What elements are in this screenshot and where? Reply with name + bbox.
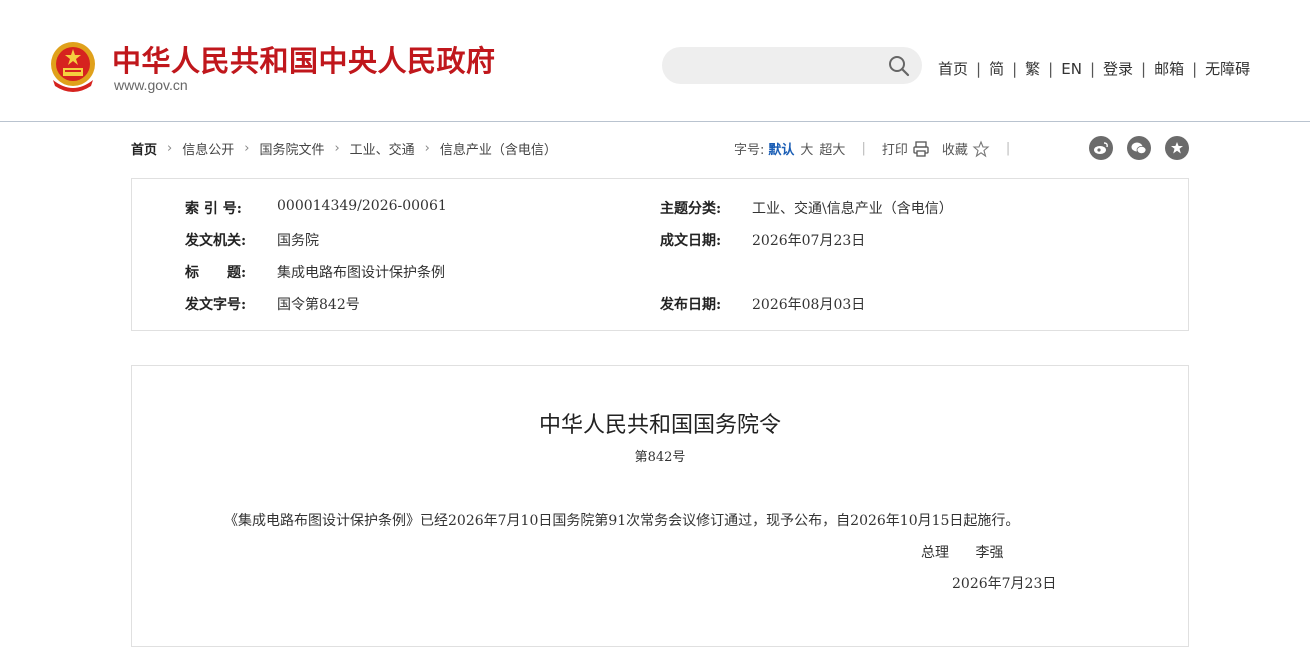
meta-value: 000014349/2026-00061 (277, 198, 447, 214)
separator: | (1089, 59, 1095, 78)
meta-title: 标 题: 集成电路布图设计保护条例 (185, 262, 445, 282)
meta-value: 工业、交通\信息产业（含电信） (752, 201, 953, 217)
weibo-icon[interactable] (1089, 136, 1113, 160)
top-link-mail[interactable]: 邮箱 (1154, 58, 1184, 79)
star-outline-icon (972, 140, 990, 157)
wechat-icon[interactable] (1127, 136, 1151, 160)
document-date: 2026年7月23日 (952, 576, 1057, 592)
breadcrumb-info-industry[interactable]: 信息产业（含电信） (440, 139, 557, 158)
meta-index-no: 索 引 号: 000014349/2026-00061 (185, 198, 447, 218)
signer-name: 李强 (975, 545, 1004, 561)
chevron-right-icon: › (167, 141, 173, 156)
top-link-simplified[interactable]: 简 (989, 58, 1004, 79)
font-size-default[interactable]: 默认 (768, 139, 794, 158)
chevron-right-icon: › (424, 141, 430, 156)
top-link-accessibility[interactable]: 无障碍 (1205, 58, 1250, 79)
share-buttons (1089, 136, 1189, 160)
breadcrumb-bar: 首页 › 信息公开 › 国务院文件 › 工业、交通 › 信息产业（含电信） 字号… (131, 136, 1189, 160)
separator: | (1005, 141, 1011, 156)
national-emblem-icon[interactable] (47, 40, 99, 94)
meta-label: 成文日期: (660, 233, 722, 249)
meta-label: 发布日期: (660, 297, 722, 313)
signer-title: 总理 (921, 545, 949, 561)
separator: | (1048, 59, 1054, 78)
top-link-traditional[interactable]: 繁 (1025, 58, 1040, 79)
search-icon[interactable] (888, 55, 910, 77)
top-link-login[interactable]: 登录 (1103, 58, 1133, 79)
favorite-button[interactable]: 收藏 (942, 139, 990, 158)
font-size-label: 字号: (734, 143, 765, 158)
document-heading: 中华人民共和国国务院令 (538, 413, 781, 438)
document-number: 第842号 (634, 450, 686, 465)
meta-category: 主题分类: 工业、交通\信息产业（含电信） (660, 198, 953, 218)
page-tools: 字号: 默认 大 超大 | 打印 收藏 | (734, 139, 1026, 158)
separator: | (1141, 59, 1147, 78)
top-nav: 首页 | 简 | 繁 | EN | 登录 | 邮箱 | 无障碍 (938, 58, 1250, 79)
separator: | (1192, 59, 1198, 78)
separator: | (1012, 59, 1018, 78)
meta-written-date: 成文日期: 2026年07月23日 (660, 230, 865, 250)
chevron-right-icon: › (334, 141, 340, 156)
separator: | (861, 141, 866, 156)
breadcrumb-state-council-docs[interactable]: 国务院文件 (259, 139, 324, 158)
meta-label: 发文字号: (185, 297, 247, 313)
meta-issuer: 发文机关: 国务院 (185, 230, 319, 250)
meta-value: 2026年07月23日 (752, 233, 866, 249)
star-circle-icon[interactable] (1165, 136, 1189, 160)
breadcrumb: 首页 › 信息公开 › 国务院文件 › 工业、交通 › 信息产业（含电信） (131, 139, 557, 158)
search-box[interactable] (662, 47, 922, 84)
meta-label: 索 引 号: (185, 201, 242, 217)
document-signature: 总理 李强 (921, 542, 1003, 562)
separator: | (976, 59, 982, 78)
meta-value: 集成电路布图设计保护条例 (277, 265, 445, 281)
meta-publish-date: 发布日期: 2026年08月03日 (660, 294, 865, 314)
meta-label: 主题分类: (660, 201, 722, 217)
meta-label: 标 题: (185, 265, 247, 281)
breadcrumb-industry-transport[interactable]: 工业、交通 (350, 139, 415, 158)
meta-value: 2026年08月03日 (752, 297, 866, 313)
meta-doc-no: 发文字号: 国令第842号 (185, 294, 360, 314)
top-link-home[interactable]: 首页 (938, 58, 968, 79)
print-label: 打印 (881, 143, 908, 158)
print-button[interactable]: 打印 (882, 139, 930, 158)
document-metadata: 索 引 号: 000014349/2026-00061 主题分类: 工业、交通\… (131, 178, 1189, 331)
meta-value: 国令第842号 (277, 297, 360, 313)
font-size-xlarge[interactable]: 超大 (819, 139, 845, 158)
document-body: 《集成电路布图设计保护条例》已经2026年7月10日国务院第91次常务会议修订通… (224, 513, 1020, 529)
breadcrumb-info-public[interactable]: 信息公开 (182, 139, 234, 158)
site-url[interactable]: www.gov.cn (114, 77, 188, 93)
chevron-right-icon: › (244, 141, 250, 156)
site-title[interactable]: 中华人民共和国中央人民政府 (112, 38, 496, 80)
printer-icon (913, 140, 929, 157)
document-content: 中华人民共和国国务院令 第842号 《集成电路布图设计保护条例》已经2026年7… (131, 365, 1189, 647)
meta-label: 发文机关: (185, 233, 247, 249)
breadcrumb-home[interactable]: 首页 (131, 139, 157, 158)
favorite-label: 收藏 (941, 143, 968, 158)
font-size-large[interactable]: 大 (800, 139, 813, 158)
meta-value: 国务院 (277, 233, 319, 249)
site-header: 中华人民共和国中央人民政府 www.gov.cn 首页 | 简 | 繁 | EN… (0, 0, 1310, 122)
top-link-english[interactable]: EN (1061, 60, 1082, 78)
